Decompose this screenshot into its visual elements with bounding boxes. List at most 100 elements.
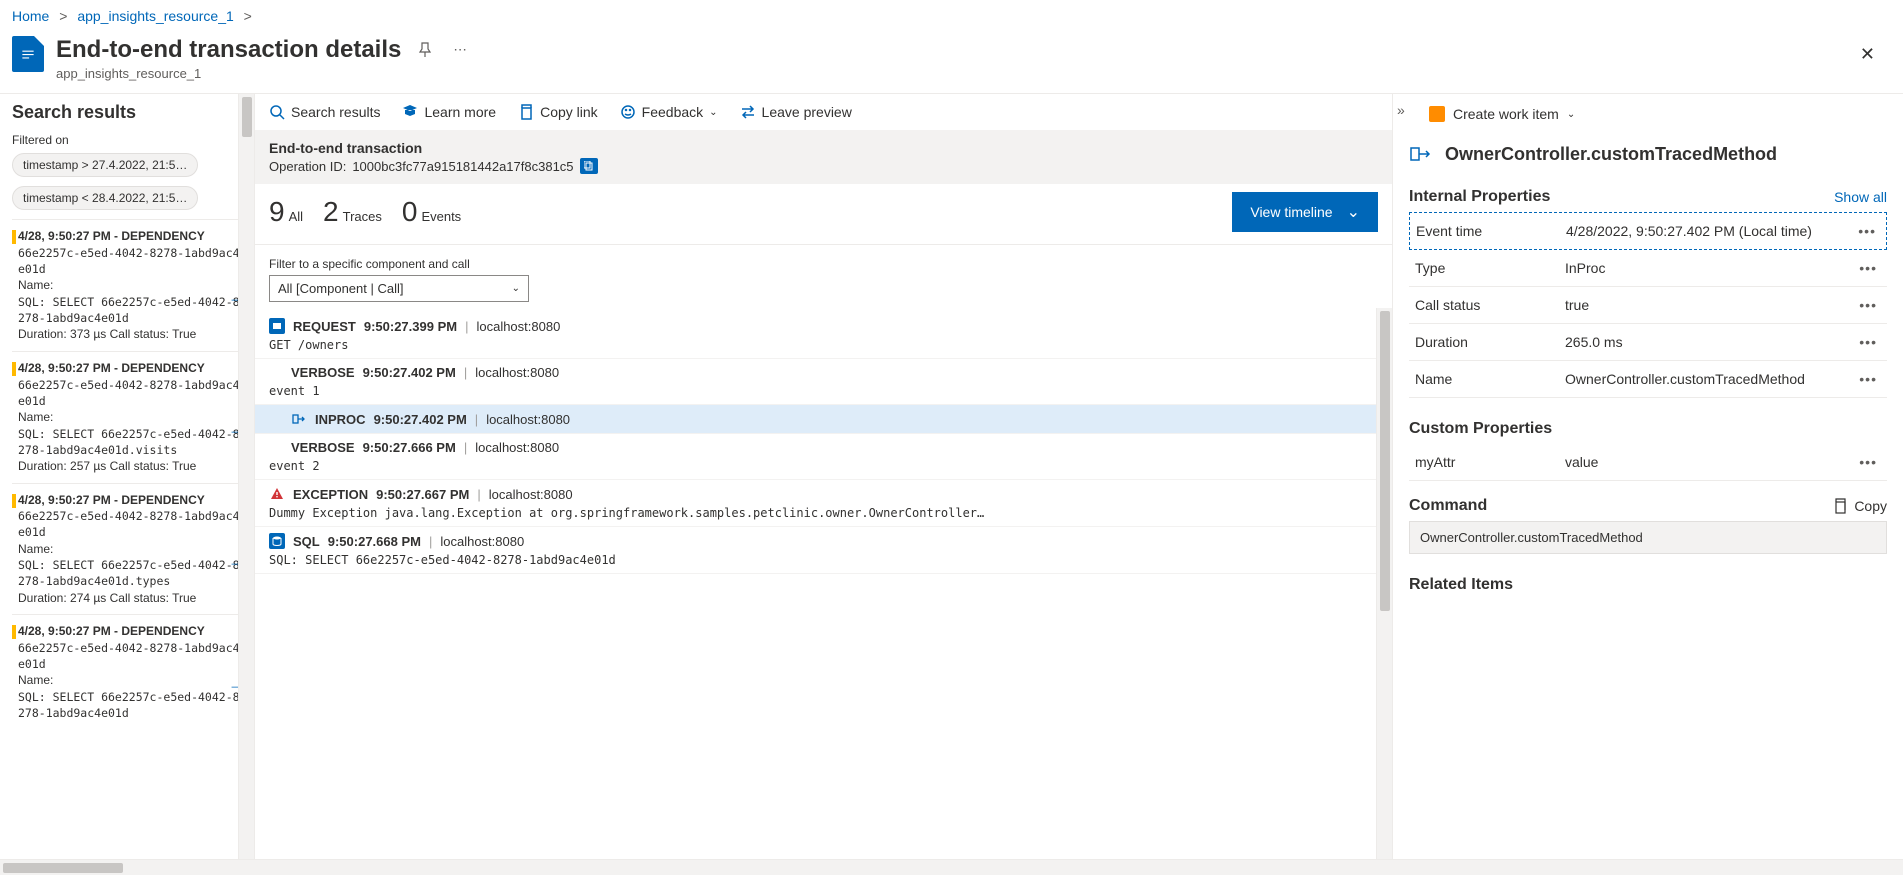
stat-traces-count: 2 — [323, 196, 339, 228]
learn-more-button[interactable]: Learn more — [402, 104, 496, 120]
sidebar-scrollbar[interactable] — [238, 94, 254, 868]
chevron-down-icon: ⌄ — [1567, 109, 1575, 120]
property-more-button[interactable]: ••• — [1855, 334, 1881, 350]
property-more-button[interactable]: ••• — [1855, 371, 1881, 387]
more-button[interactable]: ⋯ — [449, 38, 470, 62]
timeline-row[interactable]: EXCEPTION9:50:27.667 PM|localhost:8080Du… — [255, 480, 1392, 527]
result-id: 66e2257c-e5ed-4042-8278-1abd9ac4e01d — [18, 640, 244, 672]
property-key: Event time — [1416, 223, 1566, 239]
search-results-button[interactable]: Search results — [269, 104, 380, 120]
timeline-host: localhost:8080 — [486, 412, 570, 427]
property-value: value — [1565, 454, 1855, 470]
result-sql: SQL: SELECT 66e2257c-e5ed-4042-8278-1abd… — [18, 294, 244, 326]
filter-component-label: Filter to a specific component and call — [269, 257, 1378, 271]
detail-title: OwnerController.customTracedMethod — [1445, 144, 1777, 165]
request-icon — [269, 318, 285, 334]
result-duration: Duration: 274 µs Call status: True — [18, 590, 244, 607]
page-title: End-to-end transaction details — [56, 36, 401, 64]
property-more-button[interactable]: ••• — [1855, 260, 1881, 276]
copy-command-button[interactable]: Copy — [1832, 498, 1887, 514]
search-result-item[interactable]: 4/28, 9:50:27 PM - DEPENDENCY66e2257c-e5… — [12, 614, 244, 729]
sql-icon — [269, 533, 285, 549]
result-name-label: Name: — [18, 277, 244, 294]
timeline-time: 9:50:27.668 PM — [328, 534, 421, 549]
transaction-pane: Search results Learn more Copy link Feed… — [255, 94, 1393, 868]
result-name-label: Name: — [18, 409, 244, 426]
timeline-type: SQL — [293, 534, 320, 549]
breadcrumb-sep: > — [244, 8, 252, 24]
timeline-row[interactable]: VERBOSE9:50:27.666 PM|localhost:8080even… — [255, 434, 1392, 480]
property-value: OwnerController.customTracedMethod — [1565, 371, 1855, 387]
exception-icon — [269, 486, 285, 502]
search-icon — [269, 104, 285, 120]
timeline-row[interactable]: INPROC9:50:27.402 PM|localhost:8080 — [255, 405, 1392, 434]
breadcrumb-sep: > — [59, 8, 67, 24]
breadcrumb-resource[interactable]: app_insights_resource_1 — [77, 8, 233, 24]
operation-id-label: Operation ID: — [269, 159, 346, 174]
search-results-sidebar: « Search results Filtered on timestamp >… — [0, 94, 255, 868]
resource-icon — [12, 36, 44, 72]
horizontal-scrollbar[interactable] — [0, 859, 1903, 875]
filter-component-select[interactable]: All [Component | Call] ⌄ — [269, 275, 529, 302]
e2e-title: End-to-end transaction — [269, 140, 1378, 156]
filter-pill[interactable]: timestamp < 28.4.2022, 21:5… — [12, 186, 198, 210]
inproc-icon — [1409, 142, 1433, 166]
timeline-type: VERBOSE — [291, 440, 355, 455]
timeline-scrollbar[interactable] — [1376, 308, 1392, 868]
breadcrumb-home[interactable]: Home — [12, 8, 49, 24]
feedback-icon — [620, 104, 636, 120]
result-sql: SQL: SELECT 66e2257c-e5ed-4042-8278-1abd… — [18, 426, 244, 458]
timeline-list: REQUEST9:50:27.399 PM|localhost:8080GET … — [255, 308, 1392, 868]
copy-operation-id-button[interactable] — [580, 158, 598, 174]
search-result-item[interactable]: 4/28, 9:50:27 PM - DEPENDENCY66e2257c-e5… — [12, 351, 244, 483]
details-pane: » Create work item ⌄ OwnerController.cus… — [1393, 94, 1903, 868]
timeline-type: EXCEPTION — [293, 487, 368, 502]
result-heading: 4/28, 9:50:27 PM - DEPENDENCY — [18, 623, 244, 640]
timeline-host: localhost:8080 — [440, 534, 524, 549]
property-row: myAttrvalue••• — [1409, 444, 1887, 481]
severity-accent — [12, 362, 16, 376]
result-id: 66e2257c-e5ed-4042-8278-1abd9ac4e01d — [18, 508, 244, 540]
property-key: Type — [1415, 260, 1565, 276]
timeline-time: 9:50:27.402 PM — [363, 365, 456, 380]
property-more-button[interactable]: ••• — [1855, 454, 1881, 470]
timeline-body: event 1 — [269, 384, 1378, 398]
learn-icon — [402, 104, 418, 120]
search-result-item[interactable]: 4/28, 9:50:27 PM - DEPENDENCY66e2257c-e5… — [12, 483, 244, 615]
expand-details-button[interactable]: » — [1397, 102, 1405, 118]
timeline-body: GET /owners — [269, 338, 1378, 352]
show-all-link[interactable]: Show all — [1834, 189, 1887, 205]
result-name-label: Name: — [18, 541, 244, 558]
timeline-row[interactable]: REQUEST9:50:27.399 PM|localhost:8080GET … — [255, 312, 1392, 359]
create-work-item-button[interactable]: Create work item ⌄ — [1429, 102, 1887, 136]
property-row: Event time4/28/2022, 9:50:27.402 PM (Loc… — [1409, 212, 1887, 250]
result-sql: SQL: SELECT 66e2257c-e5ed-4042-8278-1abd… — [18, 557, 244, 589]
chevron-down-icon: ⌄ — [709, 107, 717, 118]
view-timeline-button[interactable]: View timeline ⌄ — [1232, 192, 1378, 232]
property-more-button[interactable]: ••• — [1854, 223, 1880, 239]
inproc-icon — [291, 411, 307, 427]
property-value: InProc — [1565, 260, 1855, 276]
timeline-row[interactable]: VERBOSE9:50:27.402 PM|localhost:8080even… — [255, 359, 1392, 405]
leave-preview-button[interactable]: Leave preview — [740, 104, 852, 120]
stat-events-label: Events — [421, 209, 461, 224]
search-result-item[interactable]: 4/28, 9:50:27 PM - DEPENDENCY66e2257c-e5… — [12, 219, 244, 351]
pin-button[interactable] — [413, 38, 437, 62]
custom-properties-title: Custom Properties — [1409, 420, 1552, 438]
timeline-body: SQL: SELECT 66e2257c-e5ed-4042-8278-1abd… — [269, 553, 1378, 567]
filter-pill[interactable]: timestamp > 27.4.2022, 21:5… — [12, 153, 198, 177]
result-heading: 4/28, 9:50:27 PM - DEPENDENCY — [18, 360, 244, 377]
timeline-body: Dummy Exception java.lang.Exception at o… — [269, 506, 1378, 520]
stat-events-count: 0 — [402, 196, 418, 228]
copy-icon — [518, 104, 534, 120]
copy-link-button[interactable]: Copy link — [518, 104, 598, 120]
property-key: Name — [1415, 371, 1565, 387]
breadcrumb: Home > app_insights_resource_1 > — [0, 0, 1903, 32]
timeline-time: 9:50:27.667 PM — [376, 487, 469, 502]
close-button[interactable]: ✕ — [1844, 36, 1891, 73]
property-more-button[interactable]: ••• — [1855, 297, 1881, 313]
page-header: End-to-end transaction details ⋯ app_ins… — [0, 32, 1903, 93]
feedback-button[interactable]: Feedback ⌄ — [620, 104, 718, 120]
timeline-row[interactable]: SQL9:50:27.668 PM|localhost:8080SQL: SEL… — [255, 527, 1392, 574]
result-duration: Duration: 257 µs Call status: True — [18, 458, 244, 475]
